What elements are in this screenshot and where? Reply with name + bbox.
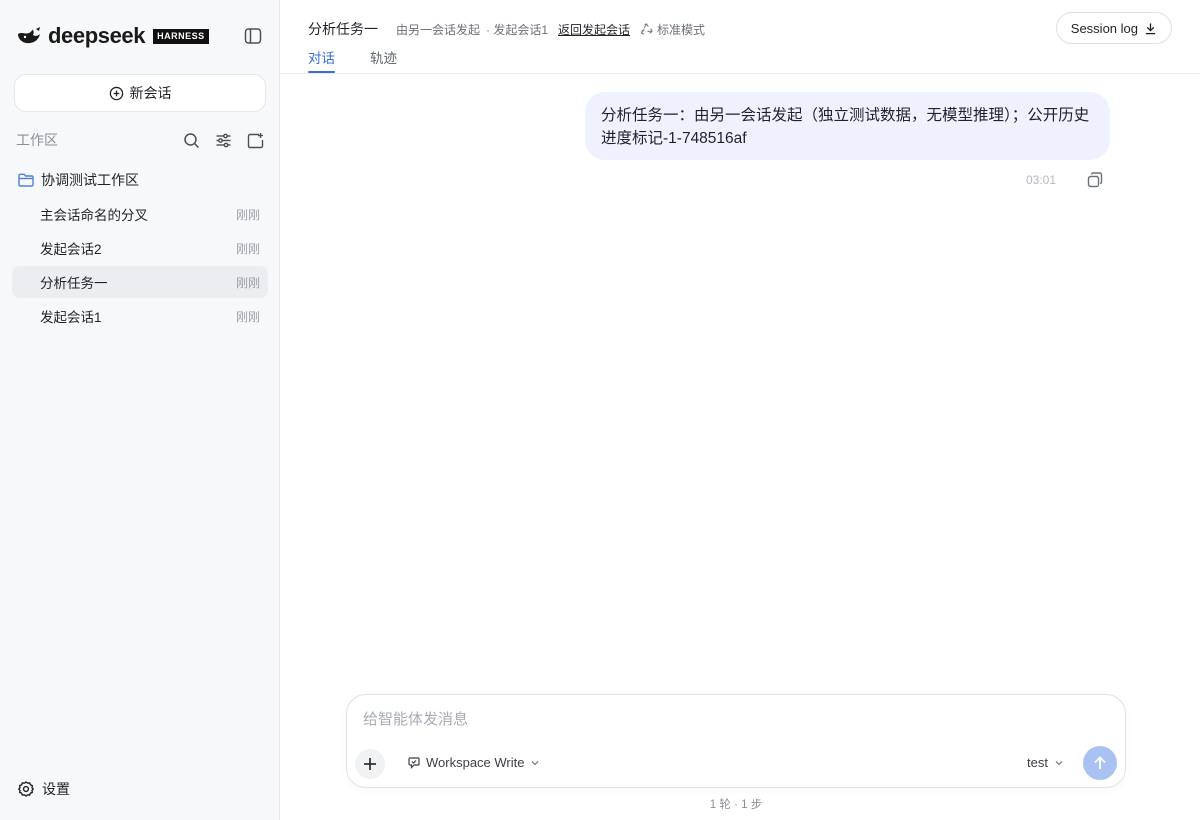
origin-parent: · 发起会话1 xyxy=(486,22,549,37)
conversation-title: 发起会话2 xyxy=(40,242,102,257)
sidebar: deepseek HARNESS 新会话 工作区 协调测试工作区 主会话命名的分… xyxy=(0,0,280,820)
workspace-header: 工作区 xyxy=(16,130,264,150)
workspace-title: 工作区 xyxy=(16,132,58,148)
conversation-list: 主会话命名的分叉 刚刚 发起会话2 刚刚 分析任务一 刚刚 发起会话1 刚刚 xyxy=(12,198,268,334)
permission-label: Workspace Write xyxy=(426,755,525,770)
new-chat-label: 新会话 xyxy=(129,85,172,101)
tab-trace[interactable]: 轨迹 xyxy=(370,47,397,73)
arrow-up-icon xyxy=(1094,756,1106,769)
workspace-folder[interactable]: 协调测试工作区 xyxy=(18,170,139,190)
conversation-time: 刚刚 xyxy=(235,275,260,290)
model-selector[interactable]: test xyxy=(1027,755,1064,770)
download-icon xyxy=(1145,22,1156,34)
send-button[interactable] xyxy=(1083,746,1117,780)
search-icon[interactable] xyxy=(183,132,200,149)
whale-logo-icon xyxy=(18,27,40,44)
session-log-button[interactable]: Session log xyxy=(1055,12,1172,44)
conversation-item-active[interactable]: 分析任务一 刚刚 xyxy=(12,266,268,298)
conversation-time: 刚刚 xyxy=(235,241,260,256)
topbar: 分析任务一 由另一会话发起 · 发起会话1 返回发起会话 标准模式 Sessio… xyxy=(280,0,1200,74)
back-to-origin-link[interactable]: 返回发起会话 xyxy=(558,21,630,38)
logo-text: deepseek xyxy=(48,23,146,48)
conversation-name: 分析任务一 xyxy=(308,21,378,37)
recycle-icon xyxy=(640,22,653,35)
tab-bar: 对话 轨迹 xyxy=(308,47,397,73)
chevron-down-icon xyxy=(1054,758,1064,768)
conversation-time: 刚刚 xyxy=(235,207,260,222)
folder-name: 协调测试工作区 xyxy=(41,172,139,188)
filter-sliders-icon[interactable] xyxy=(215,132,232,149)
logo: deepseek HARNESS xyxy=(16,24,209,48)
tab-conversation[interactable]: 对话 xyxy=(308,47,335,73)
conversation-title: 主会话命名的分叉 xyxy=(40,208,148,223)
new-folder-icon[interactable] xyxy=(247,132,264,149)
conversation-title: 发起会话1 xyxy=(40,310,102,325)
conversation-item[interactable]: 发起会话2 刚刚 xyxy=(12,232,268,264)
turn-step-count: 1 轮 · 1 步 xyxy=(709,799,763,811)
main-panel: 分析任务一 由另一会话发起 · 发起会话1 返回发起会话 标准模式 Sessio… xyxy=(280,0,1200,820)
user-message-bubble: 分析任务一：由另一会话发起（独立测试数据，无模型推理）；公开历史进度标记-1-7… xyxy=(585,92,1110,160)
settings-button[interactable]: 设置 xyxy=(18,779,70,799)
model-label: test xyxy=(1027,755,1048,770)
add-attachment-button[interactable] xyxy=(355,749,385,779)
settings-label: 设置 xyxy=(42,781,70,797)
message-input[interactable] xyxy=(363,711,1063,728)
new-chat-button[interactable]: 新会话 xyxy=(14,74,266,112)
plus-circle-icon xyxy=(109,86,123,100)
chevron-down-icon xyxy=(530,758,540,768)
conversation-title: 分析任务一 xyxy=(40,276,108,291)
gear-icon xyxy=(18,781,34,797)
origin-text: 由另一会话发起 xyxy=(396,22,481,37)
copy-icon[interactable] xyxy=(1086,171,1104,189)
session-log-label: Session log xyxy=(1070,20,1138,36)
mode-indicator: 标准模式 xyxy=(640,21,705,38)
folder-icon xyxy=(18,173,34,187)
message-time: 03:01 xyxy=(1026,173,1057,187)
logo-badge: HARNESS xyxy=(153,28,209,44)
title-row: 分析任务一 由另一会话发起 · 发起会话1 返回发起会话 标准模式 xyxy=(308,19,705,39)
message-composer: Workspace Write test xyxy=(346,694,1126,788)
conversation-time: 刚刚 xyxy=(235,309,260,324)
shield-check-icon xyxy=(407,756,421,770)
plus-icon xyxy=(364,758,376,770)
mode-label: 标准模式 xyxy=(657,22,706,37)
sidebar-toggle-icon[interactable] xyxy=(244,27,262,45)
permission-selector[interactable]: Workspace Write xyxy=(407,755,540,770)
conversation-item[interactable]: 主会话命名的分叉 刚刚 xyxy=(12,198,268,230)
conversation-item[interactable]: 发起会话1 刚刚 xyxy=(12,300,268,332)
